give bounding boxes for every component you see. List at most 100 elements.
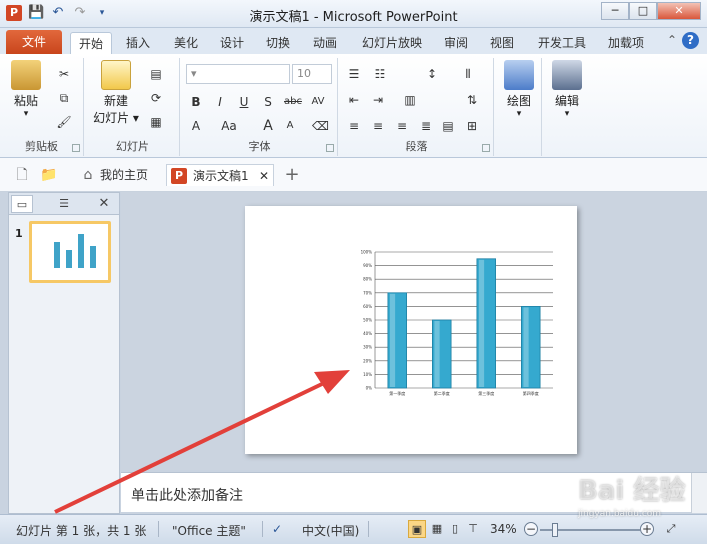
ribbon-home: 粘贴 ▾ ✂ ⧉ 🖌 剪贴板 新建 幻灯片 ▾ ▤ ⟳ ▦ 幻灯片 ▾ 10 B…	[0, 54, 707, 158]
group-editing: 编辑 ▾	[544, 58, 590, 156]
bar-chart[interactable]: 0% 10% 20% 30% 40% 50% 60% 70% 80% 90% 100% 第一季度 第二季…	[245, 206, 577, 454]
drawing-label: 绘图	[506, 94, 531, 108]
y-tick-label: 40%	[363, 331, 372, 336]
paragraph-launcher-icon[interactable]	[482, 144, 490, 152]
tab-home[interactable]: 开始	[70, 32, 112, 54]
home-icon[interactable]: ⌂	[80, 167, 96, 183]
strikethrough-icon[interactable]: abc	[282, 94, 304, 110]
tab-developer[interactable]: 开发工具	[532, 32, 592, 54]
tab-animations[interactable]: 动画	[305, 32, 345, 54]
tab-insert[interactable]: 插入	[118, 32, 158, 54]
bold-icon[interactable]: B	[188, 94, 204, 110]
theme-status[interactable]: "Office 主题"	[172, 522, 246, 539]
reset-icon[interactable]: ⟳	[148, 90, 164, 106]
align-left-icon[interactable]: ≡	[346, 118, 362, 134]
columns-icon[interactable]: ⫴	[460, 66, 476, 82]
group-label-paragraph: 段落	[405, 140, 428, 153]
shapes-icon	[504, 60, 534, 90]
new-slide-button[interactable]: 新建 幻灯片 ▾	[92, 60, 140, 126]
slide-count-status: 幻灯片 第 1 张，共 1 张	[16, 524, 147, 538]
spellcheck-icon[interactable]: ✓	[272, 522, 282, 536]
outline-tab-icon[interactable]: ☰	[53, 195, 75, 213]
increase-indent-icon[interactable]: ⇥	[370, 92, 386, 108]
tab-design[interactable]: 设计	[212, 32, 252, 54]
bullets-icon[interactable]: ☰	[346, 66, 362, 82]
bar-highlight	[478, 259, 485, 387]
text-direction-icon[interactable]: ⇅	[464, 92, 480, 108]
italic-icon[interactable]: I	[212, 94, 228, 110]
tab-file[interactable]: 文件	[6, 30, 62, 54]
shadow-icon[interactable]: S	[260, 94, 276, 110]
change-case-icon[interactable]: Aa	[218, 118, 240, 134]
grow-font-icon[interactable]: A	[260, 118, 276, 134]
new-document-icon[interactable]: 🗋	[14, 167, 30, 183]
notes-scrollbar[interactable]	[691, 473, 707, 513]
title-bar: P 💾 ↶ ↷ ▾ 演示文稿1 - Microsoft PowerPoint ─…	[0, 0, 707, 28]
underline-icon[interactable]: U	[236, 94, 252, 110]
fit-to-window-icon[interactable]: ⤢	[662, 520, 680, 538]
distribute-icon[interactable]: ▤	[440, 118, 456, 134]
minimize-ribbon-icon[interactable]: ⌃	[667, 33, 677, 47]
line-spacing-icon[interactable]: ↕	[424, 66, 440, 82]
font-name-combo[interactable]: ▾	[186, 64, 290, 84]
align-right-icon[interactable]: ≡	[394, 118, 410, 134]
tab-slideshow[interactable]: 幻灯片放映	[356, 32, 428, 54]
open-folder-icon[interactable]: 📁	[40, 167, 57, 183]
copy-icon[interactable]: ⧉	[56, 90, 72, 106]
tab-transitions[interactable]: 切换	[258, 32, 298, 54]
language-status[interactable]: 中文(中国)	[302, 522, 359, 539]
maximize-button[interactable]: □	[629, 2, 657, 20]
font-launcher-icon[interactable]	[326, 144, 334, 152]
layout-icon[interactable]: ▤	[148, 66, 164, 82]
char-spacing-icon[interactable]: AV	[308, 94, 328, 110]
slideshow-view-icon[interactable]: ⊤	[464, 520, 482, 538]
decrease-indent-icon[interactable]: ⇤	[346, 92, 362, 108]
group-font: ▾ 10 B I U S abc AV A Aa A A ⌫ 字体	[182, 58, 338, 156]
minimize-button[interactable]: ─	[601, 2, 629, 20]
notes-placeholder: 单击此处添加备注	[131, 488, 243, 504]
help-icon[interactable]: ?	[682, 32, 699, 49]
numbering-icon[interactable]: ☷	[372, 66, 388, 82]
smartart-icon[interactable]: ⊞	[464, 118, 480, 134]
bar-highlight	[389, 293, 396, 387]
drawing-button[interactable]: 绘图 ▾	[502, 60, 536, 119]
editing-label: 编辑	[554, 94, 579, 108]
zoom-in-icon[interactable]: +	[640, 522, 654, 536]
editing-button[interactable]: 编辑 ▾	[550, 60, 584, 119]
columns-list-icon[interactable]: ▥	[402, 92, 418, 108]
reading-view-icon[interactable]: ▯	[446, 520, 464, 538]
justify-icon[interactable]: ≣	[418, 118, 434, 134]
section-icon[interactable]: ▦	[148, 114, 164, 130]
slide-canvas[interactable]: 0% 10% 20% 30% 40% 50% 60% 70% 80% 90% 100% 第一季度 第二季…	[245, 206, 577, 454]
slides-tab-icon[interactable]: ▭	[11, 195, 33, 213]
shrink-font-icon[interactable]: A	[282, 118, 298, 134]
zoom-level[interactable]: 34%	[490, 522, 517, 536]
clear-format-icon[interactable]: ⌫	[312, 118, 329, 134]
tab-addins[interactable]: 加载项	[602, 32, 650, 54]
clipboard-launcher-icon[interactable]	[72, 144, 80, 152]
zoom-slider-thumb[interactable]	[552, 523, 558, 537]
close-panel-icon[interactable]: ✕	[93, 195, 115, 213]
cut-icon[interactable]: ✂	[56, 66, 72, 82]
tab-review[interactable]: 审阅	[436, 32, 476, 54]
zoom-out-icon[interactable]: −	[524, 522, 538, 536]
group-paragraph: ☰ ☷ ↕ ⫴ ⇤ ⇥ ▥ ⇅ ≡ ≡ ≡ ≣ ▤ ⊞ 段落	[340, 58, 494, 156]
tab-view[interactable]: 视图	[482, 32, 522, 54]
font-color-icon[interactable]: A	[188, 118, 204, 134]
font-size-combo[interactable]: 10	[292, 64, 332, 84]
x-tick-label: 第二季度	[434, 390, 450, 396]
close-button[interactable]: ✕	[657, 2, 701, 20]
slide-thumbnail[interactable]	[29, 221, 111, 283]
paste-button[interactable]: 粘贴 ▾	[6, 60, 46, 119]
slide-sorter-icon[interactable]: ▦	[428, 520, 446, 538]
tab-my-home[interactable]: 我的主页	[100, 164, 148, 186]
tab-beautify[interactable]: 美化	[166, 32, 206, 54]
y-tick-label: 30%	[363, 345, 372, 350]
close-tab-icon[interactable]: ✕	[259, 165, 269, 187]
add-tab-icon[interactable]: +	[284, 166, 300, 184]
format-painter-icon[interactable]: 🖌	[56, 114, 72, 130]
baidu-watermark: Bai 经验	[578, 476, 686, 506]
normal-view-icon[interactable]: ▣	[408, 520, 426, 538]
align-center-icon[interactable]: ≡	[370, 118, 386, 134]
tab-document[interactable]: P 演示文稿1 ✕	[166, 164, 274, 186]
